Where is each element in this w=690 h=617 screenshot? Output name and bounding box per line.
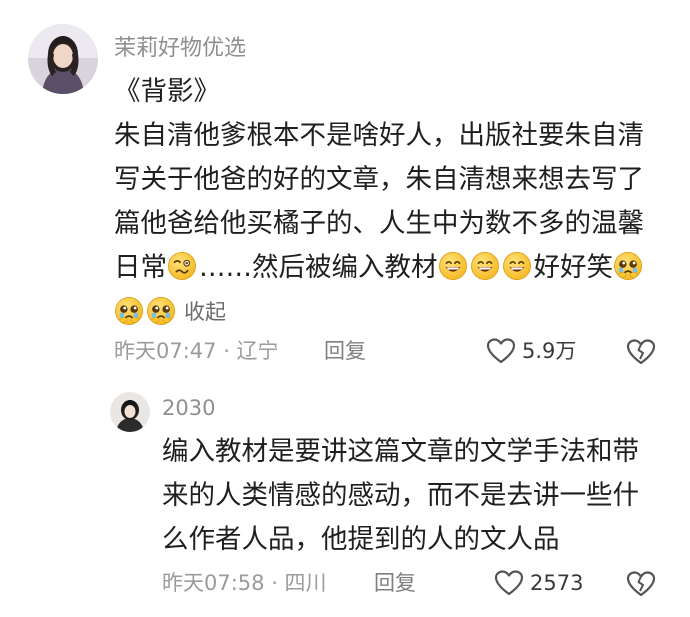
- comment-meta: 昨天07:47 · 辽宁 回复 5.9万: [114, 334, 674, 368]
- avatar[interactable]: [28, 24, 98, 94]
- heart-icon: [486, 338, 516, 364]
- pleading-face-icon: [146, 296, 176, 326]
- comment-segment: 日常: [114, 252, 167, 283]
- comment-text: 《背影》 朱自清他爹根本不是啥好人，出版社要朱自清 写关于他爸的好的文章，朱自清…: [114, 70, 679, 335]
- comment-line: 么作者人品，他提到的人的文人品: [162, 524, 560, 555]
- timestamp-location: 昨天07:47 · 辽宁: [114, 339, 279, 363]
- comment-line: 写关于他爸的好的文章，朱自清想来想去写了: [114, 164, 644, 195]
- grinning-face-icon: [470, 251, 500, 281]
- comment-meta: 昨天07:58 · 四川 回复 2573: [162, 566, 672, 600]
- timestamp-location: 昨天07:58 · 四川: [162, 571, 327, 595]
- user-avatar-image: [28, 24, 98, 94]
- comment-line: 朱自清他爹根本不是啥好人，出版社要朱自清: [114, 120, 644, 151]
- comment-line: 日常 ……然后被编入教材 好好笑: [114, 246, 679, 290]
- grinning-face-icon: [502, 251, 532, 281]
- comment-line: 编入教材是要讲这篇文章的文学手法和带: [162, 436, 639, 467]
- reply-button[interactable]: 回复: [324, 334, 366, 368]
- heart-icon: [494, 570, 524, 596]
- reply-button[interactable]: 回复: [374, 566, 416, 600]
- comment-line: 来的人类情感的感动，而不是去讲一些什: [162, 480, 639, 511]
- username[interactable]: 2030: [162, 396, 215, 420]
- comment-segment: ……然后被编入教材: [199, 252, 438, 283]
- collapse-button[interactable]: 收起: [184, 300, 226, 324]
- like-button[interactable]: 5.9万: [486, 334, 576, 368]
- pleading-face-icon: [114, 296, 144, 326]
- comment-text: 编入教材是要讲这篇文章的文学手法和带 来的人类情感的感动，而不是去讲一些什 么作…: [162, 430, 672, 562]
- like-button[interactable]: 2573: [494, 566, 583, 600]
- like-count: 2573: [530, 571, 584, 595]
- comment-segment: 好好笑: [533, 252, 614, 283]
- user-avatar-image: [110, 392, 150, 432]
- comment-line: 收起: [114, 290, 679, 335]
- grinning-face-icon: [438, 251, 468, 281]
- pleading-face-icon: [613, 251, 643, 281]
- username[interactable]: 茉莉好物优选: [114, 30, 246, 62]
- broken-heart-icon[interactable]: [626, 570, 656, 598]
- comment-line: 《背影》: [114, 76, 220, 107]
- broken-heart-icon[interactable]: [626, 338, 656, 366]
- comment-line: 篇他爸给他买橘子的、人生中为数不多的温馨: [114, 208, 644, 239]
- like-count: 5.9万: [522, 339, 577, 363]
- woozy-face-icon: [167, 251, 197, 281]
- avatar[interactable]: [110, 392, 150, 432]
